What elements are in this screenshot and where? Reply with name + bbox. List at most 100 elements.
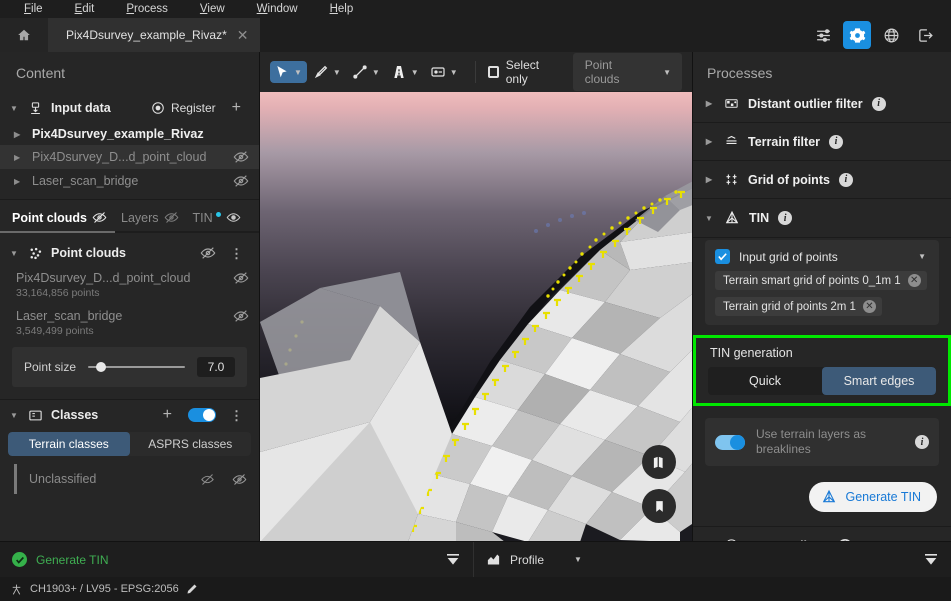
tab-point-clouds-label: Point clouds: [12, 211, 87, 225]
input-grid-checkbox[interactable]: [715, 249, 730, 264]
object-tool-button[interactable]: ▼: [426, 61, 463, 83]
chevron-down-icon[interactable]: ▼: [8, 411, 20, 420]
chevron-down-icon[interactable]: ▼: [447, 68, 461, 77]
tree-item-laser-scan[interactable]: ▶ Laser_scan_bridge: [0, 169, 259, 193]
breaklines-toggle[interactable]: [715, 435, 745, 450]
selection-filter-dropdown[interactable]: Point clouds ▼: [573, 53, 682, 91]
segment-terrain-classes[interactable]: Terrain classes: [8, 432, 130, 456]
chevron-down-icon[interactable]: ▼: [330, 68, 344, 77]
input-data-header[interactable]: ▼ Input data Register +: [0, 93, 259, 123]
point-size-slider[interactable]: [88, 360, 185, 374]
segment-asprs-classes[interactable]: ASPRS classes: [130, 432, 252, 456]
chevron-right-icon[interactable]: ▶: [703, 99, 715, 108]
select-tool-button[interactable]: ▼: [270, 61, 307, 83]
tree-item-point-cloud[interactable]: ▶ Pix4Dsurvey_D...d_point_cloud: [0, 145, 259, 169]
chevron-down-icon[interactable]: ▼: [408, 68, 422, 77]
classes-toggle[interactable]: [188, 408, 216, 422]
eye-off-icon[interactable]: [233, 149, 249, 165]
pencil-icon[interactable]: [186, 583, 198, 595]
class-row-unclassified[interactable]: Unclassified: [0, 456, 259, 500]
remove-chip-icon[interactable]: ✕: [863, 300, 876, 313]
chevron-down-icon[interactable]: ▼: [703, 214, 715, 223]
menu-help[interactable]: Help: [314, 0, 370, 18]
home-button[interactable]: [0, 18, 48, 52]
sliders-button[interactable]: [809, 21, 837, 49]
point-cloud-item[interactable]: Laser_scan_bridge 3,549,499 points: [0, 299, 259, 337]
chevron-right-icon[interactable]: ▶: [703, 175, 715, 184]
tin-generation-quick[interactable]: Quick: [708, 367, 822, 395]
sliders-icon: [815, 27, 832, 44]
generate-tin-button[interactable]: Generate TIN: [809, 482, 937, 512]
3d-viewport[interactable]: [260, 92, 692, 541]
chevron-down-icon[interactable]: ▼: [660, 68, 674, 77]
eye-on-icon[interactable]: [226, 210, 241, 225]
collapse-icon[interactable]: [923, 552, 939, 568]
tab-tin[interactable]: TIN: [193, 210, 241, 225]
point-clouds-menu-button[interactable]: ⋮: [224, 247, 249, 260]
grid-chip[interactable]: Terrain smart grid of points 0_1m 1 ✕: [715, 271, 927, 290]
add-class-button[interactable]: +: [155, 406, 180, 424]
info-icon[interactable]: i: [915, 435, 929, 449]
classes-menu-button[interactable]: ⋮: [224, 409, 249, 422]
chevron-down-icon[interactable]: ▼: [291, 68, 305, 77]
info-icon[interactable]: i: [839, 173, 853, 187]
chevron-right-icon[interactable]: ▶: [14, 177, 24, 186]
select-only-checkbox[interactable]: Select only: [488, 58, 559, 86]
add-input-data-button[interactable]: +: [224, 99, 249, 117]
collapse-icon[interactable]: [445, 552, 461, 568]
point-size-value[interactable]: 7.0: [197, 357, 235, 377]
grid-chip[interactable]: Terrain grid of points 2m 1 ✕: [715, 297, 882, 316]
chevron-down-icon[interactable]: ▼: [571, 555, 585, 564]
chevron-down-icon[interactable]: ▼: [915, 252, 929, 261]
tin-generation-smart-edges[interactable]: Smart edges: [822, 367, 936, 395]
info-icon[interactable]: i: [872, 97, 886, 111]
chevron-right-icon[interactable]: ▶: [703, 137, 715, 146]
eye-off-slash-icon[interactable]: [200, 472, 215, 487]
eye-off-icon[interactable]: [232, 472, 247, 487]
point-clouds-header[interactable]: ▼ Point clouds ⋮: [0, 239, 259, 267]
chevron-down-icon[interactable]: ▼: [369, 68, 383, 77]
logout-button[interactable]: [911, 21, 939, 49]
document-tab[interactable]: Pix4Dsurvey_example_Rivaz* ✕: [48, 18, 260, 52]
bookmark-button[interactable]: [642, 489, 676, 523]
process-grid-of-points[interactable]: ▶ Grid of points i: [693, 160, 951, 198]
eye-off-icon[interactable]: [92, 210, 107, 225]
language-button[interactable]: [877, 21, 905, 49]
menu-file[interactable]: File: [8, 0, 59, 18]
info-icon[interactable]: i: [829, 135, 843, 149]
chevron-down-icon[interactable]: ▼: [8, 104, 20, 113]
eye-off-icon[interactable]: [233, 308, 249, 324]
pick-tool-button[interactable]: ▼: [309, 61, 346, 83]
process-distant-outlier-filter[interactable]: ▶ Distant outlier filter i: [693, 85, 951, 122]
process-tin[interactable]: ▼ TIN i: [693, 198, 951, 237]
marker-tool-button[interactable]: ▼: [387, 61, 424, 83]
register-button[interactable]: Register: [151, 101, 216, 115]
settings-button[interactable]: [843, 21, 871, 49]
process-terrain-filter[interactable]: ▶ Terrain filter i: [693, 122, 951, 160]
tree-item-project[interactable]: ▶ Pix4Dsurvey_example_Rivaz: [0, 123, 259, 145]
menu-process[interactable]: Process: [110, 0, 184, 18]
polyline-tool-button[interactable]: ▼: [348, 61, 385, 83]
chevron-right-icon[interactable]: ▶: [14, 153, 24, 162]
eye-off-icon[interactable]: [164, 210, 179, 225]
tab-layers[interactable]: Layers: [121, 210, 179, 225]
close-icon[interactable]: ✕: [237, 28, 249, 42]
chevron-down-icon[interactable]: ▼: [8, 249, 20, 258]
tab-strip-spacer: [260, 18, 809, 52]
input-grid-header[interactable]: Input grid of points ▼: [715, 249, 929, 264]
tab-point-clouds[interactable]: Point clouds: [12, 210, 107, 225]
map-view-button[interactable]: [642, 445, 676, 479]
eye-off-icon[interactable]: [233, 173, 249, 189]
eye-off-icon[interactable]: [200, 245, 216, 261]
slider-knob[interactable]: [96, 362, 106, 372]
menu-window[interactable]: Window: [241, 0, 314, 18]
eye-off-icon[interactable]: [233, 270, 249, 286]
classes-header[interactable]: ▼ Classes + ⋮: [0, 400, 259, 430]
menu-view[interactable]: View: [184, 0, 241, 18]
remove-chip-icon[interactable]: ✕: [908, 274, 921, 287]
menu-edit[interactable]: Edit: [59, 0, 111, 18]
process-contour-lines[interactable]: ▶ Contour lines i: [693, 526, 951, 541]
point-cloud-item[interactable]: Pix4Dsurvey_D...d_point_cloud 33,164,856…: [0, 267, 259, 299]
chevron-right-icon[interactable]: ▶: [14, 130, 24, 139]
info-icon[interactable]: i: [778, 211, 792, 225]
